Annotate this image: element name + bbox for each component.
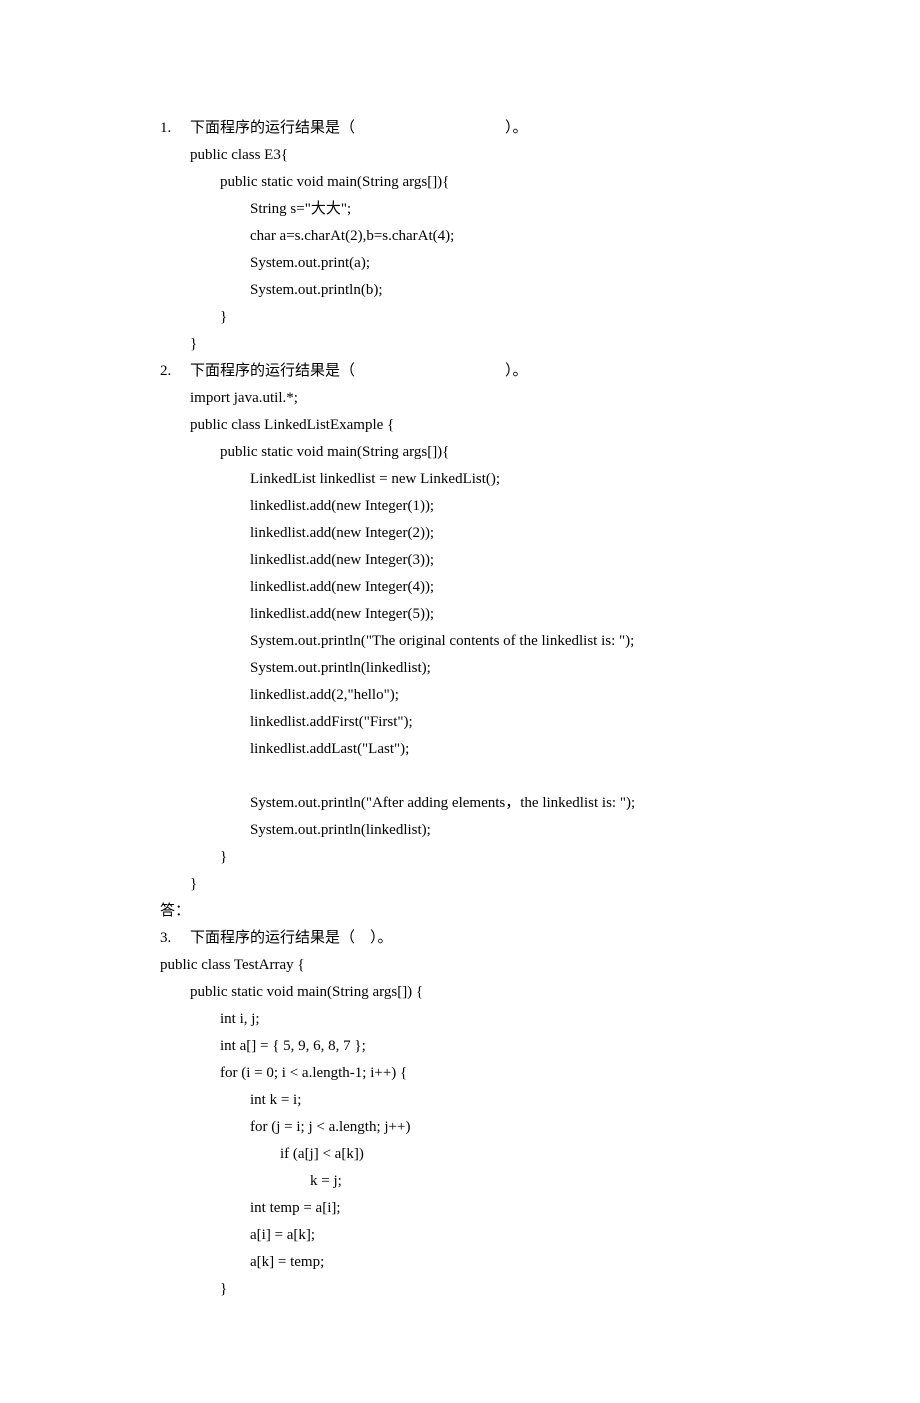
q1-code-0: public class E3{ [160, 142, 770, 169]
q2-code-12: linkedlist.addFirst("First"); [160, 709, 770, 736]
q3-code-4: for (i = 0; i < a.length-1; i++) { [160, 1060, 770, 1087]
q3-prompt-a: 下面程序的运行结果是（ [190, 930, 355, 946]
q2-code-0: import java.util.*; [160, 385, 770, 412]
question-1-header: 1. 下面程序的运行结果是（ ）。 [160, 115, 770, 142]
question-2-header: 2. 下面程序的运行结果是（ ）。 [160, 358, 770, 385]
q2-code-1: public class LinkedListExample { [160, 412, 770, 439]
q2-code-9: System.out.println("The original content… [160, 628, 770, 655]
q1-code-1: public static void main(String args[]){ [160, 169, 770, 196]
q2-code-2: public static void main(String args[]){ [160, 439, 770, 466]
q2-code-14 [160, 763, 770, 790]
q2-code-4: linkedlist.add(new Integer(1)); [160, 493, 770, 520]
q1-prompt-a: 下面程序的运行结果是（ [190, 120, 355, 136]
q1-code-6: } [160, 304, 770, 331]
q1-code-5: System.out.println(b); [160, 277, 770, 304]
q2-code-6: linkedlist.add(new Integer(3)); [160, 547, 770, 574]
q2-answer-label: 答： [160, 898, 770, 925]
q2-code-13: linkedlist.addLast("Last"); [160, 736, 770, 763]
q1-prompt-b: ）。 [505, 120, 528, 136]
q3-code-2: int i, j; [160, 1006, 770, 1033]
q3-code-10: a[i] = a[k]; [160, 1222, 770, 1249]
q2-code-16: System.out.println(linkedlist); [160, 817, 770, 844]
q2-code-11: linkedlist.add(2,"hello"); [160, 682, 770, 709]
q3-code-5: int k = i; [160, 1087, 770, 1114]
q3-code-11: a[k] = temp; [160, 1249, 770, 1276]
question-3-prompt: 下面程序的运行结果是（ ）。 [190, 925, 770, 952]
q2-code-3: LinkedList linkedlist = new LinkedList()… [160, 466, 770, 493]
q2-code-10: System.out.println(linkedlist); [160, 655, 770, 682]
q3-prompt-gap [355, 930, 370, 946]
question-2-prompt: 下面程序的运行结果是（ ）。 [190, 358, 770, 385]
q3-prompt-b: ）。 [370, 930, 393, 946]
q2-code-5: linkedlist.add(new Integer(2)); [160, 520, 770, 547]
q3-code-9: int temp = a[i]; [160, 1195, 770, 1222]
q1-code-7: } [160, 331, 770, 358]
q3-code-12: } [160, 1276, 770, 1303]
question-3-header: 3. 下面程序的运行结果是（ ）。 [160, 925, 770, 952]
q1-code-3: char a=s.charAt(2),b=s.charAt(4); [160, 223, 770, 250]
question-1-prompt: 下面程序的运行结果是（ ）。 [190, 115, 770, 142]
q3-code-6: for (j = i; j < a.length; j++) [160, 1114, 770, 1141]
q2-code-8: linkedlist.add(new Integer(5)); [160, 601, 770, 628]
q2-code-7: linkedlist.add(new Integer(4)); [160, 574, 770, 601]
q2-code-18: } [160, 871, 770, 898]
q3-code-7: if (a[j] < a[k]) [160, 1141, 770, 1168]
q2-code-15: System.out.println("After adding element… [160, 790, 770, 817]
document-page: 1. 下面程序的运行结果是（ ）。 public class E3{ public… [0, 0, 920, 1403]
question-3-number: 3. [160, 925, 190, 952]
q2-prompt-a: 下面程序的运行结果是（ [190, 363, 355, 379]
question-1-number: 1. [160, 115, 190, 142]
question-2-number: 2. [160, 358, 190, 385]
q3-code-3: int a[] = { 5, 9, 6, 8, 7 }; [160, 1033, 770, 1060]
q1-code-4: System.out.print(a); [160, 250, 770, 277]
q3-code-0: public class TestArray { [160, 952, 770, 979]
q3-code-1: public static void main(String args[]) { [160, 979, 770, 1006]
q2-prompt-b: ）。 [505, 363, 528, 379]
q2-code-17: } [160, 844, 770, 871]
q3-code-8: k = j; [160, 1168, 770, 1195]
q1-code-2: String s="大大"; [160, 196, 770, 223]
